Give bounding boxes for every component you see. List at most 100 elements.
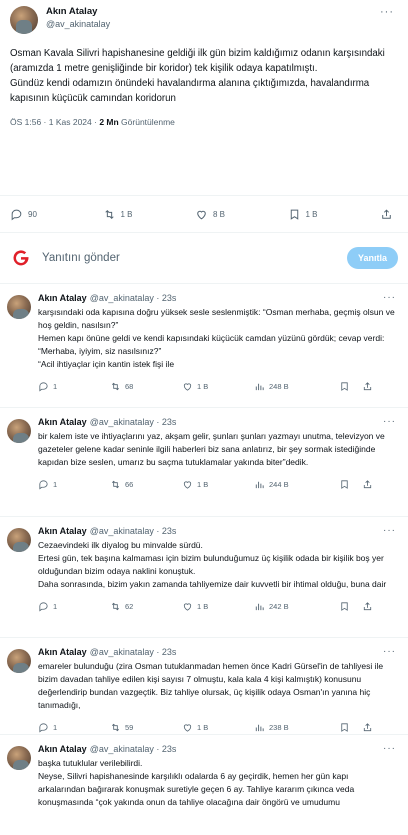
retweet-button[interactable]: 68 — [110, 381, 182, 392]
bookmark-icon — [341, 479, 348, 489]
reply-input[interactable]: Yanıtını gönder — [42, 252, 347, 264]
author-handle[interactable]: @av_akinatalay · 23s — [90, 525, 177, 537]
thread-list: Akın Atalay @av_akinatalay · 23s ··· karş… — [0, 284, 408, 835]
like-button[interactable]: 1 B — [182, 601, 254, 612]
avatar[interactable] — [7, 649, 31, 673]
more-options-icon[interactable]: ··· — [383, 525, 396, 536]
reply-button[interactable]: 90 — [10, 208, 103, 221]
reply-button[interactable]: 1 — [38, 601, 110, 612]
views-button[interactable]: 242 B — [254, 601, 326, 612]
share-icon — [363, 381, 372, 390]
retweet-button[interactable]: 62 — [110, 601, 182, 612]
main-tweet: Akın Atalay @av_akinatalay ··· Osman Kav… — [0, 0, 408, 195]
thread-reply[interactable]: Akın Atalay @av_akinatalay · 23s ··· Ceza… — [0, 517, 408, 638]
retweet-count: 62 — [125, 601, 134, 611]
author-name[interactable]: Akın Atalay — [38, 743, 87, 755]
avatar[interactable] — [7, 419, 31, 443]
thread-reply[interactable]: Akın Atalay @av_akinatalay · 23s ··· emar… — [0, 638, 408, 735]
author-handle[interactable]: @av_akinatalay · 23s — [90, 743, 177, 755]
g-logo-icon — [13, 250, 29, 266]
author-name[interactable]: Akın Atalay — [38, 416, 87, 428]
author-handle[interactable]: @av_akinatalay · 23s — [90, 646, 177, 658]
views-chart-icon — [255, 724, 264, 731]
like-button[interactable]: 8 B — [195, 208, 288, 221]
reply-action-bar: 1 68 1 B 248 B — [38, 371, 398, 401]
avatar[interactable] — [7, 295, 31, 319]
like-count: 1 B — [197, 722, 209, 732]
bookmark-icon — [341, 722, 348, 732]
bookmark-button[interactable] — [339, 601, 354, 612]
views-label: Görüntülenme — [118, 117, 175, 127]
author-name[interactable]: Akın Atalay — [46, 6, 110, 18]
author-block: Akın Atalay @av_akinatalay — [46, 6, 110, 30]
like-count: 1 B — [197, 479, 209, 489]
author-name[interactable]: Akın Atalay — [38, 646, 87, 658]
main-action-bar: 90 1 B 8 B 1 B — [0, 196, 408, 232]
more-options-icon[interactable]: ··· — [380, 6, 394, 18]
reply-composer: Yanıtını gönder Yanıtla — [0, 233, 408, 283]
reply-button[interactable]: 1 — [38, 479, 110, 490]
share-button[interactable] — [362, 601, 398, 612]
retweet-button[interactable]: 59 — [110, 722, 182, 733]
more-options-icon[interactable]: ··· — [383, 416, 396, 427]
reply-icon — [39, 479, 48, 489]
reply-action-bar: 1 62 1 B 242 B — [38, 591, 398, 621]
author-name[interactable]: Akın Atalay — [38, 292, 87, 304]
retweet-count: 1 B — [120, 209, 133, 219]
avatar[interactable] — [7, 746, 31, 770]
reply-submit-button[interactable]: Yanıtla — [346, 247, 398, 269]
retweet-button[interactable]: 66 — [110, 479, 182, 490]
reply-button[interactable]: 1 — [38, 722, 110, 733]
bookmark-count: 1 B — [305, 209, 318, 219]
user-avatar[interactable] — [10, 247, 32, 269]
retweet-icon — [111, 382, 120, 390]
heart-icon — [183, 480, 192, 489]
author-handle[interactable]: @av_akinatalay · 23s — [90, 292, 177, 304]
views-button[interactable]: 244 B — [254, 479, 326, 490]
bookmark-button[interactable] — [339, 381, 354, 392]
bookmark-button[interactable]: 1 B — [288, 208, 381, 221]
share-button[interactable] — [380, 208, 398, 221]
bookmark-icon — [341, 601, 348, 611]
like-button[interactable]: 1 B — [182, 479, 254, 490]
avatar[interactable] — [10, 6, 38, 34]
reply-icon — [39, 601, 48, 611]
bookmark-button[interactable] — [339, 722, 354, 733]
author-name[interactable]: Akın Atalay — [38, 525, 87, 537]
reply-icon — [39, 722, 48, 732]
thread-reply[interactable]: Akın Atalay @av_akinatalay · 23s ··· bir … — [0, 408, 408, 517]
share-button[interactable] — [362, 722, 398, 733]
author-handle[interactable]: @av_akinatalay — [46, 18, 110, 30]
like-button[interactable]: 1 B — [182, 381, 254, 392]
more-options-icon[interactable]: ··· — [383, 743, 396, 754]
thread-reply[interactable]: Akın Atalay @av_akinatalay · 23s ··· başk… — [0, 735, 408, 835]
like-button[interactable]: 1 B — [182, 722, 254, 733]
views-count: 244 B — [269, 479, 289, 489]
retweet-button[interactable]: 1 B — [103, 208, 196, 221]
thread-reply[interactable]: Akın Atalay @av_akinatalay · 23s ··· karş… — [0, 284, 408, 408]
author-handle[interactable]: @av_akinatalay · 23s — [90, 416, 177, 428]
avatar[interactable] — [7, 528, 31, 552]
views-button[interactable]: 238 B — [254, 722, 326, 733]
bookmark-button[interactable] — [339, 479, 354, 490]
tweet-timestamp[interactable]: ÖS 1:56 · 1 Kas 2024 · — [10, 117, 99, 127]
more-options-icon[interactable]: ··· — [383, 646, 396, 657]
main-tweet-header: Akın Atalay @av_akinatalay — [10, 6, 398, 34]
reply-text: bir kalem iste ve ihtiyaçlarını yaz, akş… — [38, 431, 385, 467]
tweet-meta: ÖS 1:56 · 1 Kas 2024 · 2 Mn Görüntülenme — [10, 117, 398, 127]
like-count: 1 B — [197, 381, 209, 391]
reply-count: 1 — [53, 479, 58, 489]
share-button[interactable] — [362, 479, 398, 490]
retweet-icon — [111, 480, 120, 488]
retweet-count: 66 — [125, 479, 134, 489]
share-button[interactable] — [362, 381, 398, 392]
more-options-icon[interactable]: ··· — [383, 292, 396, 303]
reply-button[interactable]: 1 — [38, 381, 110, 392]
retweet-count: 68 — [125, 381, 134, 391]
reply-text: emareler bulunduğu (zira Osman tutuklanm… — [38, 661, 384, 710]
share-icon — [363, 479, 372, 488]
views-count: 248 B — [269, 381, 289, 391]
views-button[interactable]: 248 B — [254, 381, 326, 392]
like-count: 1 B — [197, 601, 209, 611]
retweet-icon — [104, 209, 114, 219]
